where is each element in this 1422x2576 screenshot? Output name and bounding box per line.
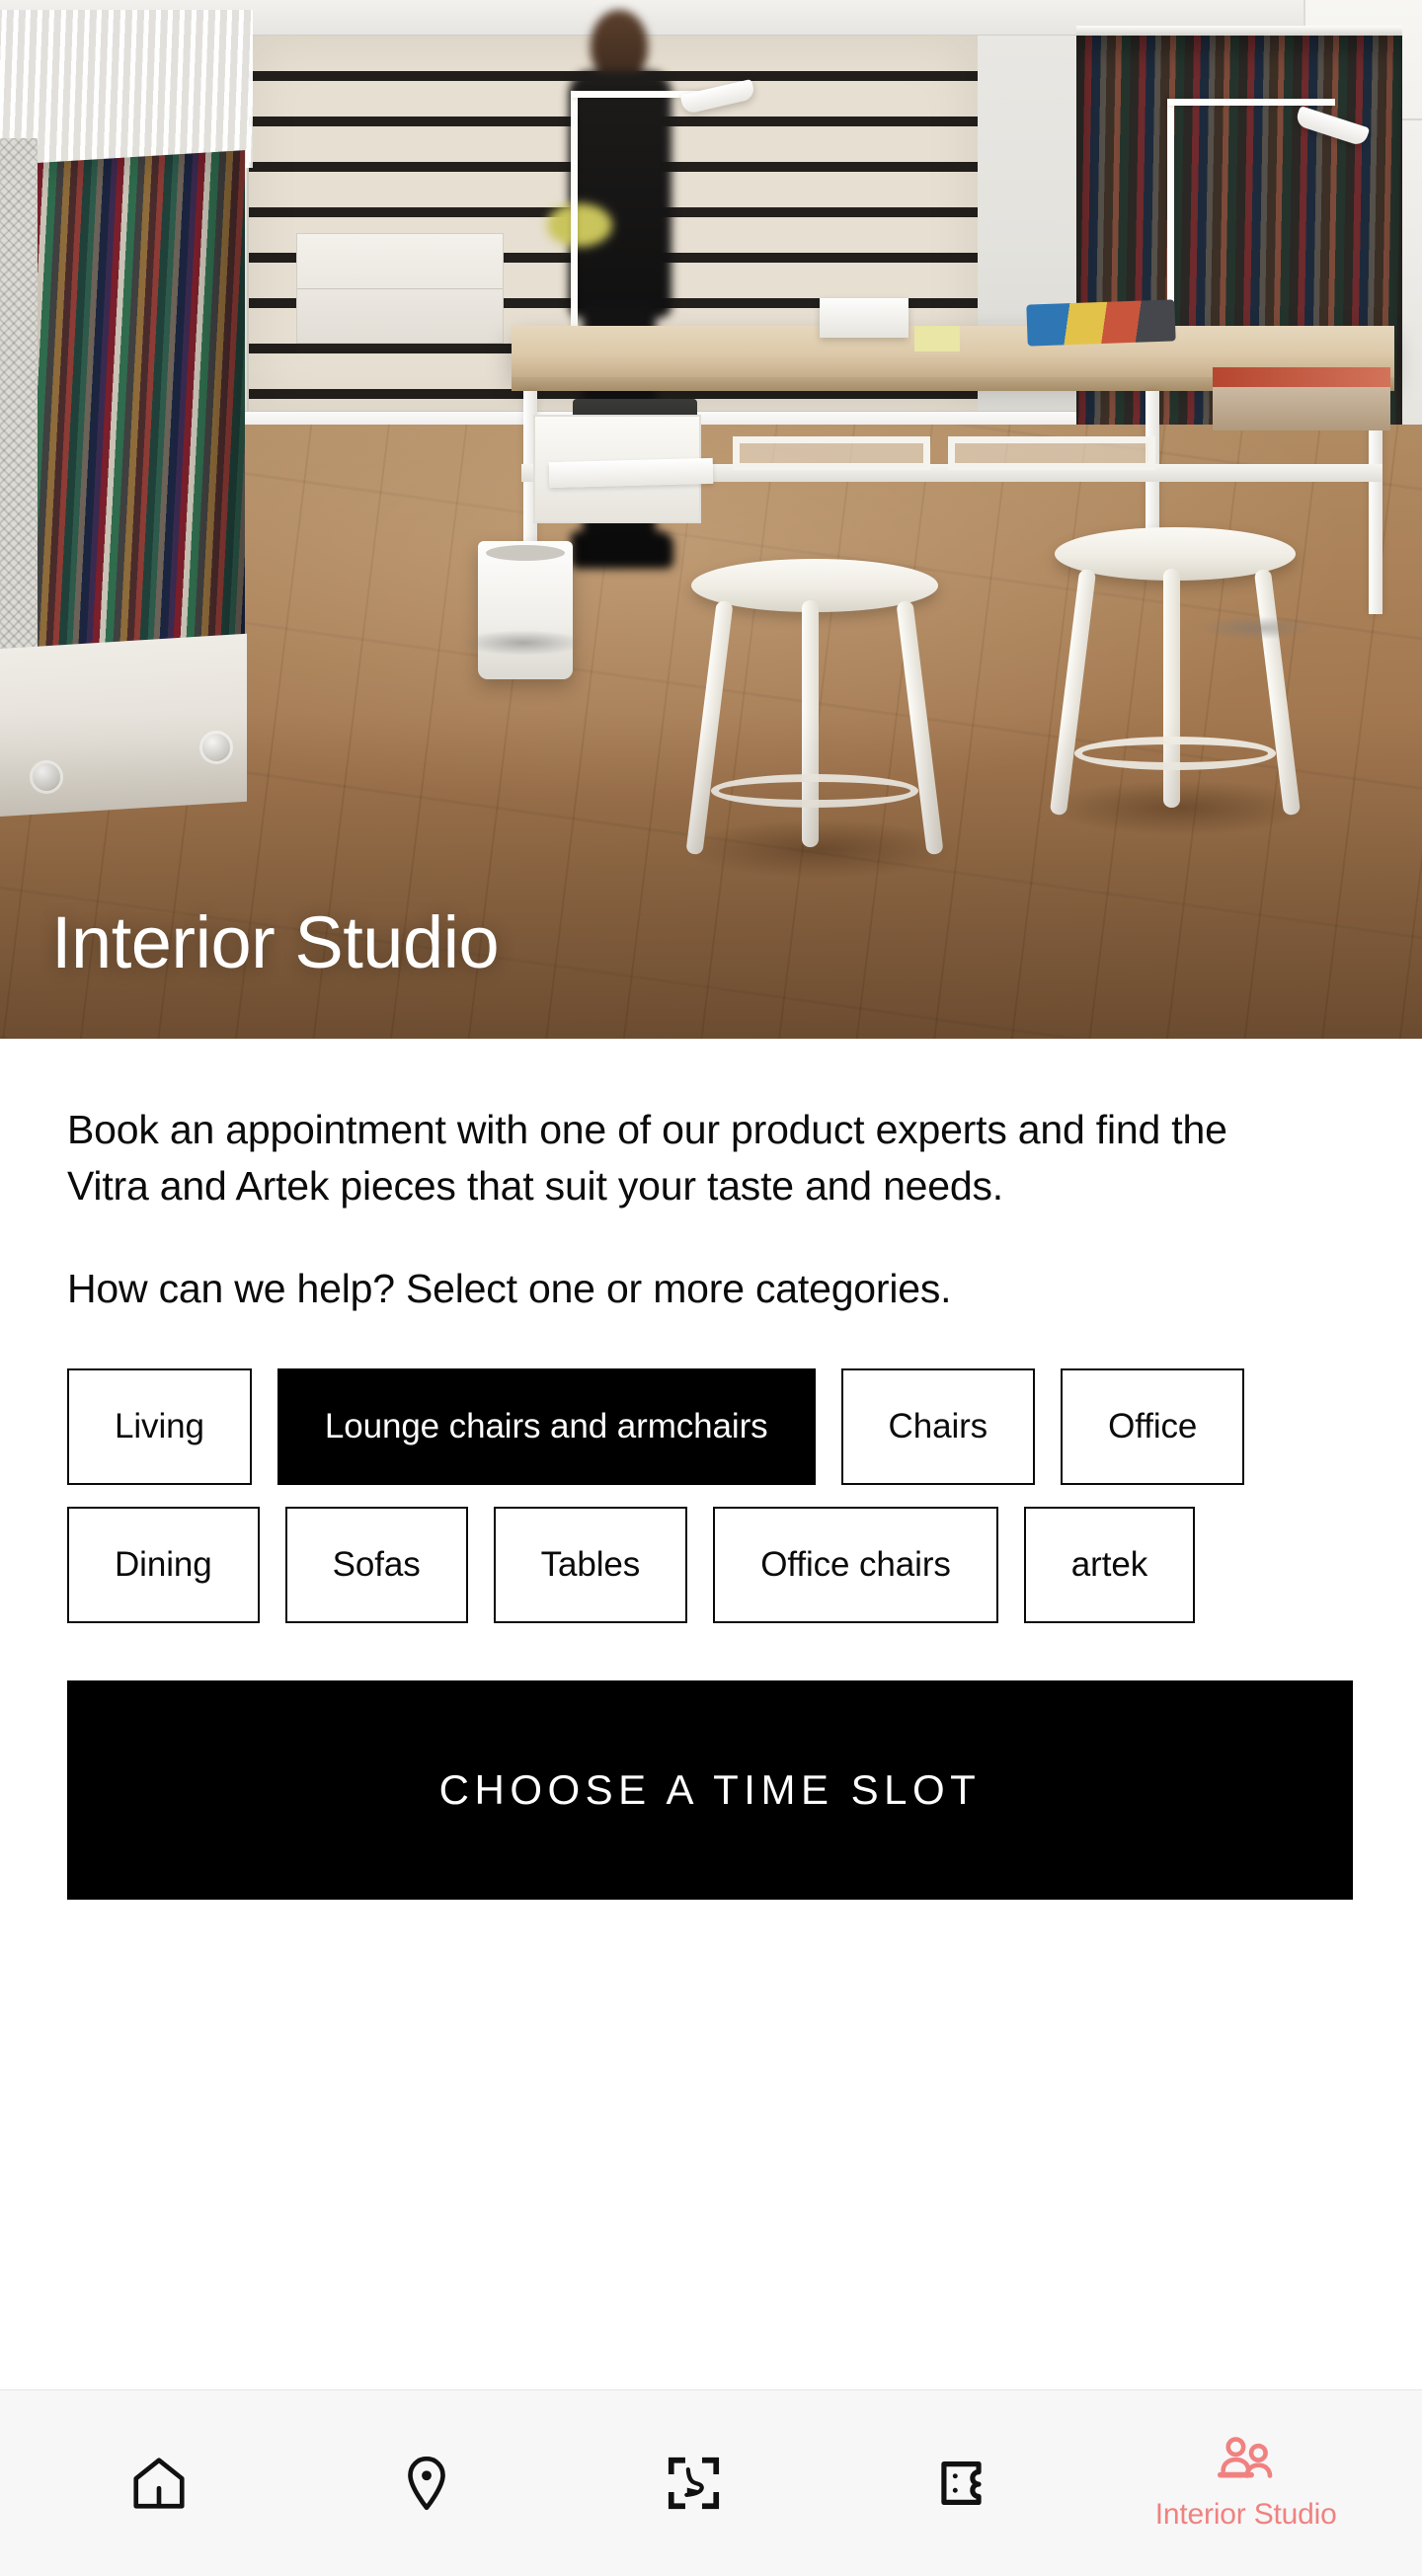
- bottom-navigation-bar: Interior Studio: [0, 2389, 1422, 2576]
- home-icon: [128, 2453, 190, 2514]
- category-chip-lounge-chairs-and-armchairs[interactable]: Lounge chairs and armchairs: [276, 1367, 816, 1485]
- location-pin-icon: [396, 2453, 457, 2514]
- choose-time-slot-button[interactable]: CHOOSE A TIME SLOT: [67, 1679, 1353, 1900]
- category-chip-office[interactable]: Office: [1061, 1367, 1245, 1485]
- nav-item-tickets[interactable]: [888, 2453, 1036, 2514]
- nav-item-home[interactable]: [85, 2453, 233, 2514]
- hero-image: [0, 0, 1422, 1039]
- main-content: Book an appointment with one of our prod…: [0, 1039, 1422, 2389]
- ticket-icon: [931, 2453, 992, 2514]
- two-people-icon: [1214, 2435, 1279, 2488]
- category-chip-tables[interactable]: Tables: [493, 1506, 688, 1623]
- category-chip-sofas[interactable]: Sofas: [284, 1506, 468, 1623]
- hero-banner: Interior Studio: [0, 0, 1422, 1039]
- nav-item-interior-studio-label: Interior Studio: [1154, 2498, 1337, 2531]
- category-prompt: How can we help? Select one or more cate…: [67, 1266, 952, 1312]
- category-chip-office-chairs[interactable]: Office chairs: [713, 1506, 998, 1623]
- category-chip-artek[interactable]: artek: [1023, 1506, 1196, 1623]
- category-chip-chairs[interactable]: Chairs: [840, 1367, 1036, 1485]
- intro-text: Book an appointment with one of our prod…: [67, 1107, 1227, 1209]
- category-chip-dining[interactable]: Dining: [67, 1506, 260, 1623]
- scan-chair-icon: [664, 2453, 725, 2514]
- nav-item-scan-product[interactable]: [620, 2453, 768, 2514]
- nav-item-interior-studio[interactable]: Interior Studio: [1155, 2435, 1337, 2532]
- category-chip-group: Living Lounge chairs and armchairs Chair…: [67, 1367, 1351, 1623]
- category-chip-living[interactable]: Living: [67, 1367, 252, 1485]
- interior-studio-page: Interior Studio Book an appointment with…: [0, 0, 1422, 2576]
- nav-item-locations[interactable]: [353, 2453, 501, 2514]
- page-title: Interior Studio: [51, 901, 500, 983]
